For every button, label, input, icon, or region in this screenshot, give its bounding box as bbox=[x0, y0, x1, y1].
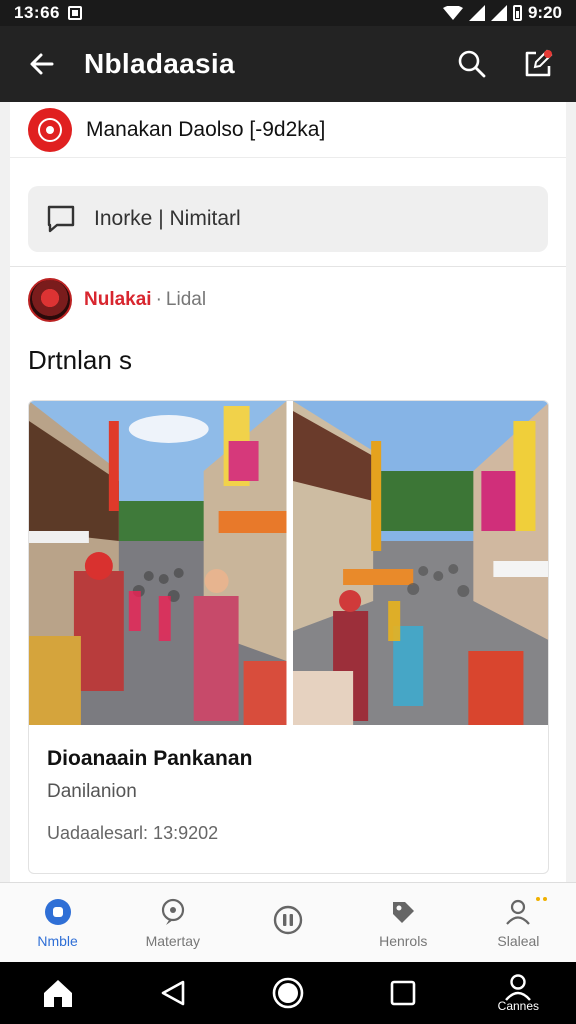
notification-icon bbox=[67, 6, 82, 20]
post-header: Nulakai · Lidal bbox=[10, 267, 566, 323]
channel-name: Manakan Daolso [-9d2ka] bbox=[86, 117, 326, 141]
nav-item-tags[interactable]: Henrols bbox=[346, 883, 461, 962]
notification-dots bbox=[536, 897, 548, 902]
channel-row[interactable]: Manakan Daolso [-9d2ka] bbox=[10, 102, 566, 158]
comment-icon bbox=[47, 205, 75, 233]
media-caption: Dioanaain Pankanan Danilanion Uadaalesar… bbox=[29, 725, 548, 866]
system-home-button[interactable] bbox=[30, 965, 86, 1021]
house-icon bbox=[43, 980, 72, 1007]
nav-item-messages[interactable]: Matertay bbox=[115, 883, 230, 962]
status-icons: 9:20 bbox=[442, 3, 562, 23]
system-back-button[interactable] bbox=[145, 965, 201, 1021]
status-time: 13:66 bbox=[14, 3, 60, 22]
avatar[interactable] bbox=[28, 278, 72, 322]
compose-button[interactable] bbox=[520, 46, 556, 82]
media-date: Uadaalesarl: 13:9202 bbox=[47, 823, 219, 843]
circle-home-icon bbox=[272, 977, 304, 1009]
comment-placeholder: Inorke | Nimitarl bbox=[94, 207, 241, 230]
post-meta: Lidal bbox=[165, 289, 207, 310]
post-author[interactable]: Nulakai bbox=[84, 289, 152, 311]
system-account-label: Cannes bbox=[497, 999, 540, 1013]
screen: 13:66 9:20 Nbladaasia Manakan Daolso [-9… bbox=[0, 0, 576, 1024]
nav-item-play[interactable] bbox=[230, 883, 345, 962]
channel-emblem-icon bbox=[38, 117, 62, 142]
chat-bubble-icon bbox=[158, 897, 188, 927]
media-card[interactable]: Dioanaain Pankanan Danilanion Uadaalesar… bbox=[28, 400, 549, 874]
status-clock: 9:20 bbox=[527, 3, 562, 22]
back-button[interactable] bbox=[22, 44, 62, 84]
person-icon bbox=[505, 974, 532, 1001]
nav-item-profile[interactable]: Slaleal bbox=[461, 883, 576, 962]
search-button[interactable] bbox=[454, 46, 490, 82]
edit-icon bbox=[525, 49, 553, 77]
system-account-button[interactable]: Cannes bbox=[490, 965, 546, 1021]
system-recents-button[interactable] bbox=[375, 965, 431, 1021]
festival-scene-image bbox=[29, 401, 287, 725]
arrow-left-icon bbox=[30, 53, 54, 75]
system-nav-bar: Cannes bbox=[0, 962, 576, 1024]
market-photo-1[interactable] bbox=[29, 401, 287, 725]
post-text: Drtnlan s bbox=[28, 345, 133, 375]
nav-label-tags: Henrols bbox=[379, 932, 428, 949]
media-subtitle: Danilanion bbox=[47, 781, 137, 802]
nav-label-profile: Slaleal bbox=[497, 932, 540, 949]
triangle-back-icon bbox=[161, 980, 185, 1006]
nav-item-home[interactable]: Nmble bbox=[0, 883, 115, 962]
feed-content: Manakan Daolso [-9d2ka] Inorke | Nimitar… bbox=[10, 102, 566, 882]
wifi-icon bbox=[442, 6, 463, 20]
image-gallery bbox=[29, 401, 548, 725]
status-bar: 13:66 9:20 bbox=[0, 0, 576, 26]
nav-label-messages: Matertay bbox=[145, 932, 201, 949]
app-bar: Nbladaasia bbox=[0, 26, 576, 102]
signal-icon bbox=[468, 5, 485, 21]
market-photo-2[interactable] bbox=[292, 401, 548, 725]
media-title: Dioanaain Pankanan bbox=[47, 747, 253, 770]
square-recents-icon bbox=[390, 980, 416, 1006]
channel-logo bbox=[28, 107, 72, 152]
tag-icon bbox=[388, 897, 418, 927]
profile-icon bbox=[503, 897, 533, 927]
comment-input[interactable]: Inorke | Nimitarl bbox=[28, 186, 548, 252]
battery-icon bbox=[512, 5, 522, 21]
signal-icon-2 bbox=[490, 5, 507, 21]
system-home-circle-button[interactable] bbox=[260, 965, 316, 1021]
post-separator: · bbox=[155, 289, 162, 310]
festival-street-image bbox=[292, 401, 548, 725]
pause-circle-icon bbox=[273, 905, 303, 935]
search-icon bbox=[458, 50, 486, 78]
bottom-nav: Nmble Matertay Henrols Slaleal bbox=[0, 882, 576, 962]
app-bar-actions bbox=[454, 46, 556, 82]
home-circle-icon bbox=[43, 897, 73, 927]
nav-label-home: Nmble bbox=[37, 932, 78, 949]
page-title: Nbladaasia bbox=[84, 48, 235, 79]
